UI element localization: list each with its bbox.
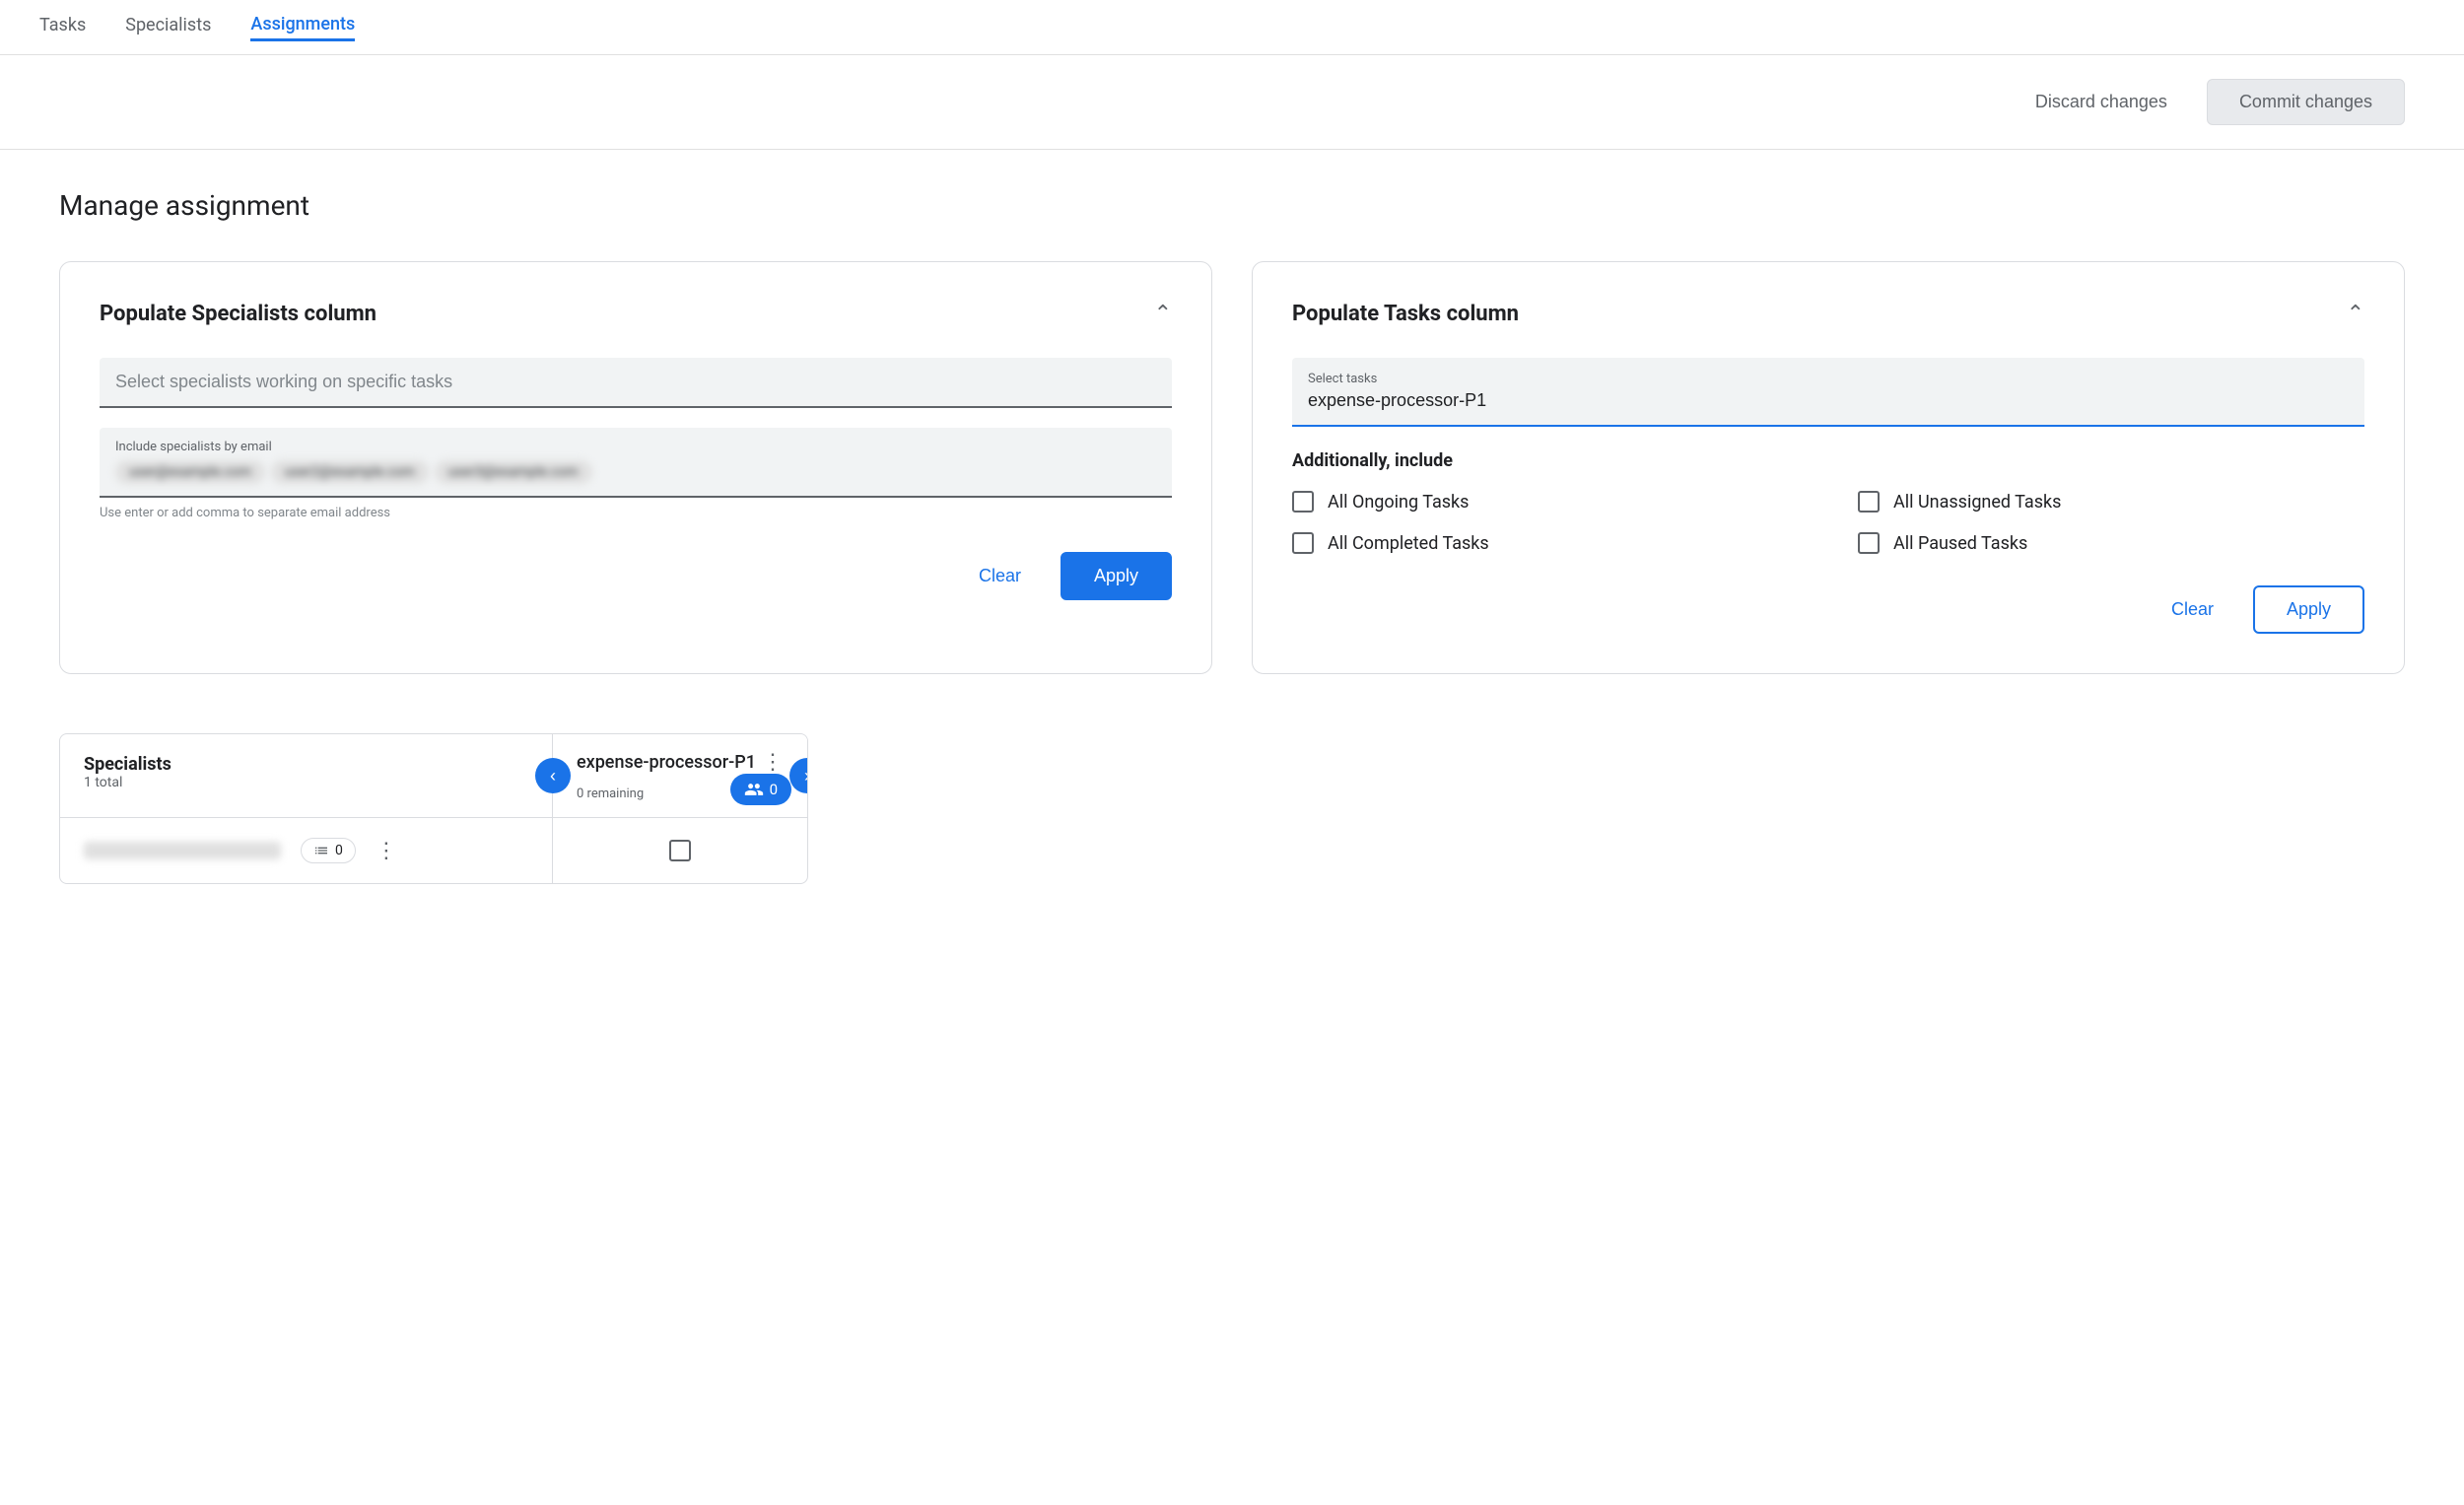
tasks-card-footer: Clear Apply bbox=[1292, 585, 2364, 634]
email-chip-3: user3@example.com bbox=[435, 460, 592, 484]
task-remaining-label: 0 remaining bbox=[577, 787, 644, 801]
task-nav-left-button[interactable]: ‹ bbox=[535, 758, 571, 793]
tasks-input-wrapper: Select tasks bbox=[1292, 358, 2364, 427]
specialist-task-badge: 0 bbox=[301, 838, 356, 863]
tasks-clear-button[interactable]: Clear bbox=[2156, 589, 2229, 630]
task-cell bbox=[553, 818, 807, 883]
checkbox-unassigned-box[interactable] bbox=[1858, 491, 1880, 513]
top-nav: Tasks Specialists Assignments bbox=[0, 0, 2464, 55]
tasks-card-header: Populate Tasks column ⌃ bbox=[1292, 302, 2364, 326]
specialists-column-count: 1 total bbox=[84, 775, 528, 790]
task-badge-count: 0 bbox=[770, 781, 778, 798]
specialists-search-input[interactable] bbox=[100, 358, 1172, 408]
checkbox-paused[interactable]: All Paused Tasks bbox=[1858, 532, 2364, 554]
specialist-task-count: 0 bbox=[335, 843, 343, 858]
specialists-email-label: Include specialists by email bbox=[115, 440, 1156, 454]
list-icon bbox=[313, 843, 329, 858]
tasks-search-input[interactable] bbox=[1308, 390, 2349, 411]
people-icon bbox=[744, 780, 764, 799]
specialist-cell: 0 ⋮ bbox=[60, 818, 553, 883]
specialists-card-header: Populate Specialists column ⌃ bbox=[100, 302, 1172, 326]
checkboxes-grid: All Ongoing Tasks All Unassigned Tasks A… bbox=[1292, 491, 2364, 554]
checkbox-unassigned[interactable]: All Unassigned Tasks bbox=[1858, 491, 2364, 513]
checkbox-ongoing-box[interactable] bbox=[1292, 491, 1314, 513]
tasks-input-label: Select tasks bbox=[1308, 372, 2349, 386]
specialist-name bbox=[84, 842, 281, 859]
tasks-card-chevron-icon[interactable]: ⌃ bbox=[2347, 302, 2364, 326]
specialists-clear-button[interactable]: Clear bbox=[963, 556, 1037, 596]
specialists-card: Populate Specialists column ⌃ Include sp… bbox=[59, 261, 1212, 674]
specialists-email-box: Include specialists by email user@exampl… bbox=[100, 428, 1172, 498]
checkbox-paused-box[interactable] bbox=[1858, 532, 1880, 554]
additionally-label: Additionally, include bbox=[1292, 450, 2364, 471]
email-chip-2: user2@example.com bbox=[271, 460, 429, 484]
task-more-options-icon[interactable]: ⋮ bbox=[762, 750, 784, 775]
checkbox-ongoing-label: All Ongoing Tasks bbox=[1328, 492, 1469, 513]
tab-assignments[interactable]: Assignments bbox=[250, 14, 355, 41]
task-footer-row: 0 remaining 0 bbox=[577, 783, 784, 801]
assignment-table: Specialists 1 total ‹ expense-processor-… bbox=[59, 733, 808, 884]
tab-tasks[interactable]: Tasks bbox=[39, 15, 86, 39]
tasks-card-title: Populate Tasks column bbox=[1292, 302, 1519, 326]
email-chip-1: user@example.com bbox=[115, 460, 265, 484]
checkbox-unassigned-label: All Unassigned Tasks bbox=[1893, 492, 2061, 513]
checkbox-completed[interactable]: All Completed Tasks bbox=[1292, 532, 1799, 554]
specialists-card-title: Populate Specialists column bbox=[100, 302, 376, 326]
cards-row: Populate Specialists column ⌃ Include sp… bbox=[59, 261, 2405, 674]
specialist-more-options-icon[interactable]: ⋮ bbox=[376, 839, 397, 863]
table-header-specialists: Specialists 1 total bbox=[60, 734, 553, 817]
specialists-card-footer: Clear Apply bbox=[100, 552, 1172, 600]
discard-button[interactable]: Discard changes bbox=[2019, 82, 2183, 122]
specialists-card-chevron-icon[interactable]: ⌃ bbox=[1154, 302, 1172, 326]
email-chips: user@example.com user2@example.com user3… bbox=[115, 460, 1156, 484]
specialists-apply-button[interactable]: Apply bbox=[1061, 552, 1172, 600]
table-task-header: ‹ expense-processor-P1 ⋮ 0 remaining 0 › bbox=[553, 734, 807, 817]
task-header-inner: expense-processor-P1 ⋮ bbox=[577, 750, 784, 775]
specialists-column-title: Specialists bbox=[84, 754, 528, 775]
task-assignee-badge: 0 bbox=[730, 774, 791, 805]
page-content: Manage assignment Populate Specialists c… bbox=[0, 150, 2464, 924]
checkbox-completed-box[interactable] bbox=[1292, 532, 1314, 554]
page-title: Manage assignment bbox=[59, 189, 2405, 222]
task-column-name: expense-processor-P1 bbox=[577, 752, 756, 773]
checkbox-ongoing[interactable]: All Ongoing Tasks bbox=[1292, 491, 1799, 513]
checkbox-completed-label: All Completed Tasks bbox=[1328, 533, 1489, 554]
email-hint: Use enter or add comma to separate email… bbox=[100, 506, 1172, 520]
tasks-apply-button[interactable]: Apply bbox=[2253, 585, 2364, 634]
commit-button[interactable]: Commit changes bbox=[2207, 79, 2405, 125]
checkbox-paused-label: All Paused Tasks bbox=[1893, 533, 2027, 554]
task-nav-right-button[interactable]: › bbox=[789, 758, 808, 793]
table-row: 0 ⋮ bbox=[60, 818, 807, 883]
tasks-card: Populate Tasks column ⌃ Select tasks Add… bbox=[1252, 261, 2405, 674]
action-bar: Discard changes Commit changes bbox=[0, 55, 2464, 150]
tab-specialists[interactable]: Specialists bbox=[125, 15, 211, 39]
assignment-checkbox[interactable] bbox=[669, 840, 691, 861]
table-header-row: Specialists 1 total ‹ expense-processor-… bbox=[60, 734, 807, 818]
